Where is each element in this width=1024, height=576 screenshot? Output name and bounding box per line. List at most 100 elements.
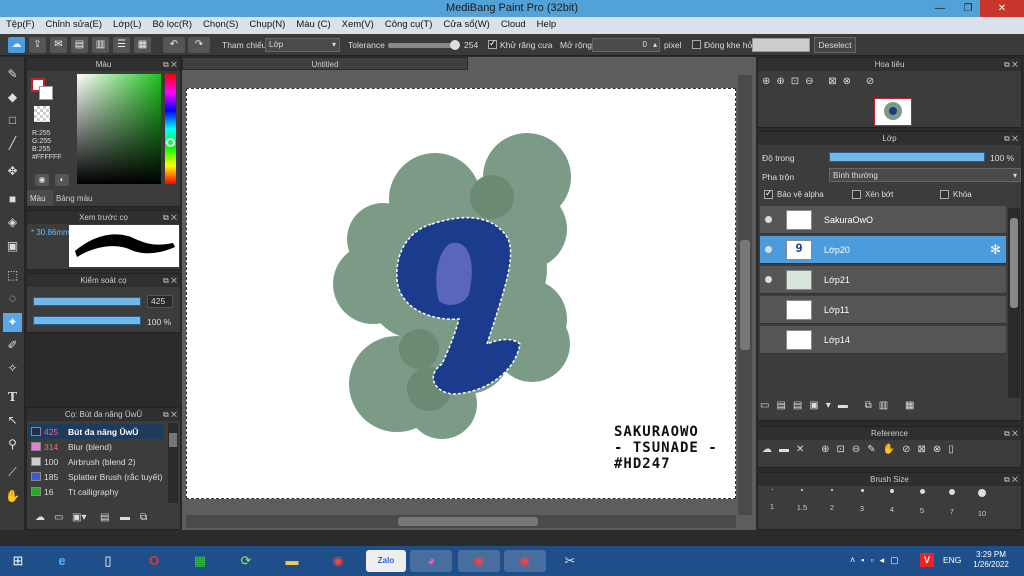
panel-close-icon[interactable]: ⧉ ✕ [163, 58, 177, 71]
gear-icon[interactable]: ✻ [990, 242, 1001, 258]
comment-icon[interactable]: ✉ [50, 37, 67, 53]
tray-icons[interactable]: ˄▪▫◂▢ [850, 555, 905, 566]
brush-item[interactable]: 16 Tt calligraphy [28, 484, 164, 499]
chrome-2-icon[interactable]: ◉ [504, 550, 546, 572]
undo-icon[interactable]: ↶ [163, 37, 185, 53]
operation-tool-icon[interactable]: ↖ [3, 411, 22, 430]
brush-opacity-slider[interactable] [33, 316, 141, 325]
menu-file[interactable]: Tệp(F) [0, 17, 40, 30]
brush-size-option[interactable]: 3 [847, 489, 877, 513]
brush-size-option[interactable]: 4 [877, 489, 907, 514]
menu-tools[interactable]: Công cụ(T) [379, 17, 438, 30]
brush-size-option[interactable]: 5 [907, 489, 937, 515]
navigator-thumbnail[interactable] [874, 98, 912, 126]
new-brush-icon[interactable]: ▭ [54, 512, 63, 523]
close-button[interactable]: ✕ [980, 0, 1024, 17]
select-rect-tool-icon[interactable]: ⬚ [3, 266, 22, 285]
brush-tool-icon[interactable]: ✎ [3, 65, 22, 84]
folder-icon[interactable]: ▬ [120, 512, 130, 523]
grid-icon[interactable]: ▦ [134, 37, 151, 53]
line-tool-icon[interactable]: ╱ [3, 134, 22, 153]
add-brush-icon[interactable]: ▣▾ [72, 512, 86, 523]
navigator-zoom-icons[interactable]: ⊕⊕⊡⊖ ⊠⊗ ⊘ [762, 76, 1002, 92]
menu-help[interactable]: Help [531, 17, 562, 30]
close-gap-checkbox[interactable] [692, 40, 701, 49]
panel-close-icon[interactable]: ⧉ ✕ [163, 211, 177, 224]
menu-edit[interactable]: Chỉnh sửa(E) [40, 17, 108, 30]
secondary-color-swatch[interactable] [39, 86, 53, 100]
cloud-icon[interactable]: ☁ [8, 37, 25, 53]
eyedropper-tool-icon[interactable]: ⚲ [3, 435, 22, 454]
cloud-download-icon[interactable]: ☁ [35, 512, 45, 523]
brush-item[interactable]: 314 Blur (blend) [28, 439, 164, 454]
document-tab[interactable]: Untitled [182, 57, 468, 70]
file-explorer-icon[interactable]: ▬ [280, 550, 304, 572]
brush-list-scrollbar[interactable] [168, 423, 178, 503]
palette-icon[interactable]: ◉ [35, 174, 49, 186]
menu-color[interactable]: Màu (C) [290, 17, 335, 30]
reference-toolbar[interactable]: ☁▬✕ ⊕⊡⊖✎✋⊘⊠⊗▯ [762, 444, 1020, 460]
visibility-icon[interactable] [765, 276, 772, 283]
hand-tool-icon[interactable]: ✋ [3, 487, 22, 506]
protect-alpha-checkbox[interactable] [764, 188, 773, 199]
chrome-icon[interactable]: ◉ [326, 550, 350, 572]
brush-item[interactable]: 185 Splatter Brush (rắc tuyết) [28, 469, 164, 484]
scrollbar-thumb[interactable] [1010, 218, 1018, 308]
tab-palette[interactable]: Bảng màu [54, 190, 99, 206]
layers-scrollbar[interactable] [1008, 208, 1020, 398]
document-icon[interactable]: ▥ [92, 37, 109, 53]
list-icon[interactable]: ☰ [113, 37, 130, 53]
panel-close-icon[interactable]: ⧉ ✕ [1004, 427, 1018, 440]
vietnamese-input-icon[interactable]: V [920, 553, 934, 567]
zalo-icon[interactable]: Zalo [366, 550, 406, 572]
medibang-icon[interactable]: ◕ [410, 550, 452, 572]
brush-item[interactable]: 100 Airbrush (blend 2) [28, 454, 164, 469]
scrollbar-thumb[interactable] [398, 517, 538, 526]
file-icon[interactable]: ▯ [96, 550, 120, 572]
transparent-color-swatch[interactable] [34, 106, 50, 122]
opera-icon[interactable]: O [142, 550, 166, 572]
close-gap-field[interactable] [752, 38, 810, 52]
select-pen-tool-icon[interactable]: ✐ [3, 336, 22, 355]
blend-select[interactable]: Bình thường ▾ [829, 168, 1021, 182]
brush-size-option[interactable]: 1 [757, 489, 787, 511]
color-field[interactable] [77, 74, 161, 184]
scrollbar-thumb[interactable] [740, 240, 750, 350]
menu-view[interactable]: Xem(V) [336, 17, 379, 30]
redo-icon[interactable]: ↷ [188, 37, 210, 53]
language-indicator[interactable]: ENG [943, 555, 961, 565]
layer-row[interactable]: Lớp14 [760, 326, 1006, 354]
antialias-checkbox[interactable] [488, 38, 497, 49]
menu-select[interactable]: Chọn(S) [197, 17, 243, 30]
layer-opacity-slider[interactable] [829, 152, 985, 162]
brush-size-option[interactable]: 2 [817, 489, 847, 512]
lock-checkbox[interactable] [940, 190, 949, 199]
panel-close-icon[interactable]: ⧉ ✕ [163, 408, 177, 421]
visibility-icon[interactable] [765, 216, 772, 223]
menu-window[interactable]: Cửa sổ(W) [437, 17, 494, 30]
hue-slider[interactable] [165, 74, 176, 184]
tolerance-slider-handle[interactable] [450, 40, 460, 50]
lasso-tool-icon[interactable]: ◌ [3, 289, 22, 308]
select-eraser-tool-icon[interactable]: ✧ [3, 359, 22, 378]
paint-app-icon[interactable]: ✂ [558, 550, 582, 572]
clock[interactable]: 3:29 PM 1/26/2022 [972, 550, 1010, 570]
menu-cloud[interactable]: Cloud [495, 17, 531, 30]
layer-row[interactable]: Lớp11 [760, 296, 1006, 324]
tab-color[interactable]: Màu [27, 190, 53, 206]
green-app-icon[interactable]: ⟳ [234, 550, 258, 572]
brush-size-value[interactable]: 425 [147, 295, 173, 308]
layer-row[interactable]: Lớp21 [760, 266, 1006, 294]
brush-size-option[interactable]: 1.5 [787, 489, 817, 512]
brush-settings-icon[interactable]: ▤ [100, 512, 109, 523]
visibility-icon[interactable] [765, 246, 772, 253]
canvas-horizontal-scrollbar[interactable] [186, 515, 736, 528]
layer-row[interactable]: SakuraOwO [760, 206, 1006, 234]
minimize-button[interactable]: — [926, 0, 954, 17]
panel-close-icon[interactable]: ⧉ ✕ [1004, 132, 1018, 145]
layer-row-selected[interactable]: 9 Lớp20 ✻ [760, 236, 1006, 264]
page-icon[interactable]: ▤ [71, 37, 88, 53]
hue-handle[interactable] [166, 138, 175, 147]
brush-size-slider[interactable] [33, 297, 141, 306]
magic-wand-tool-icon[interactable]: ✦ [3, 313, 22, 332]
